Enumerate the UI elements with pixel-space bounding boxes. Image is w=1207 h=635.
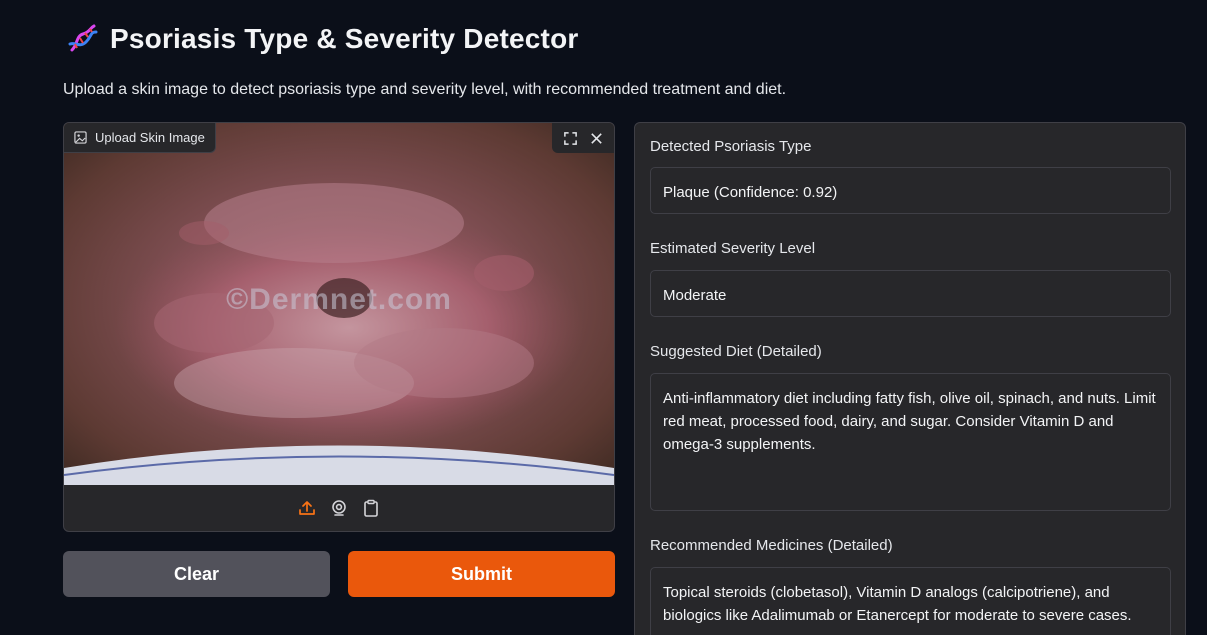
- clear-image-button[interactable]: [586, 128, 606, 148]
- webcam-icon: [332, 500, 346, 516]
- source-upload-button[interactable]: [297, 498, 317, 518]
- skin-image-preview[interactable]: ©Dermnet.com: [64, 123, 614, 485]
- detected-type-label: Detected Psoriasis Type: [650, 138, 812, 155]
- detected-type-output[interactable]: Plaque (Confidence: 0.92): [650, 167, 1171, 214]
- image-input-label: Upload Skin Image: [64, 123, 216, 153]
- page-description: Upload a skin image to detect psoriasis …: [63, 81, 787, 98]
- page: Psoriasis Type & Severity Detector Uploa…: [0, 0, 1207, 635]
- fullscreen-button[interactable]: [560, 128, 580, 148]
- diet-output[interactable]: Anti-inflammatory diet including fatty f…: [650, 373, 1171, 511]
- source-clipboard-button[interactable]: [361, 498, 381, 518]
- results-panel: Detected Psoriasis Type Plaque (Confiden…: [634, 122, 1186, 635]
- image-controls: [552, 123, 614, 153]
- clipboard-icon: [364, 499, 378, 517]
- header: Psoriasis Type & Severity Detector: [66, 22, 579, 56]
- image-watermark: ©Dermnet.com: [226, 283, 452, 316]
- medicines-output[interactable]: Topical steroids (clobetasol), Vitamin D…: [650, 567, 1171, 635]
- submit-button[interactable]: Submit: [348, 551, 615, 597]
- upload-icon: [299, 501, 315, 515]
- severity-output[interactable]: Moderate: [650, 270, 1171, 317]
- fullscreen-icon: [563, 131, 577, 145]
- image-icon: [74, 131, 87, 144]
- close-icon: [590, 132, 602, 144]
- source-webcam-button[interactable]: [329, 498, 349, 518]
- page-title: Psoriasis Type & Severity Detector: [110, 23, 579, 54]
- severity-label: Estimated Severity Level: [650, 240, 816, 257]
- image-source-selector: [64, 485, 614, 531]
- clear-button[interactable]: Clear: [63, 551, 330, 597]
- image-input-label-text: Upload Skin Image: [95, 130, 205, 145]
- dna-icon: [68, 24, 98, 52]
- image-upload-panel[interactable]: ©Dermnet.com Upload Skin Image: [63, 122, 615, 532]
- medicines-label: Recommended Medicines (Detailed): [650, 537, 893, 554]
- diet-label: Suggested Diet (Detailed): [650, 343, 822, 360]
